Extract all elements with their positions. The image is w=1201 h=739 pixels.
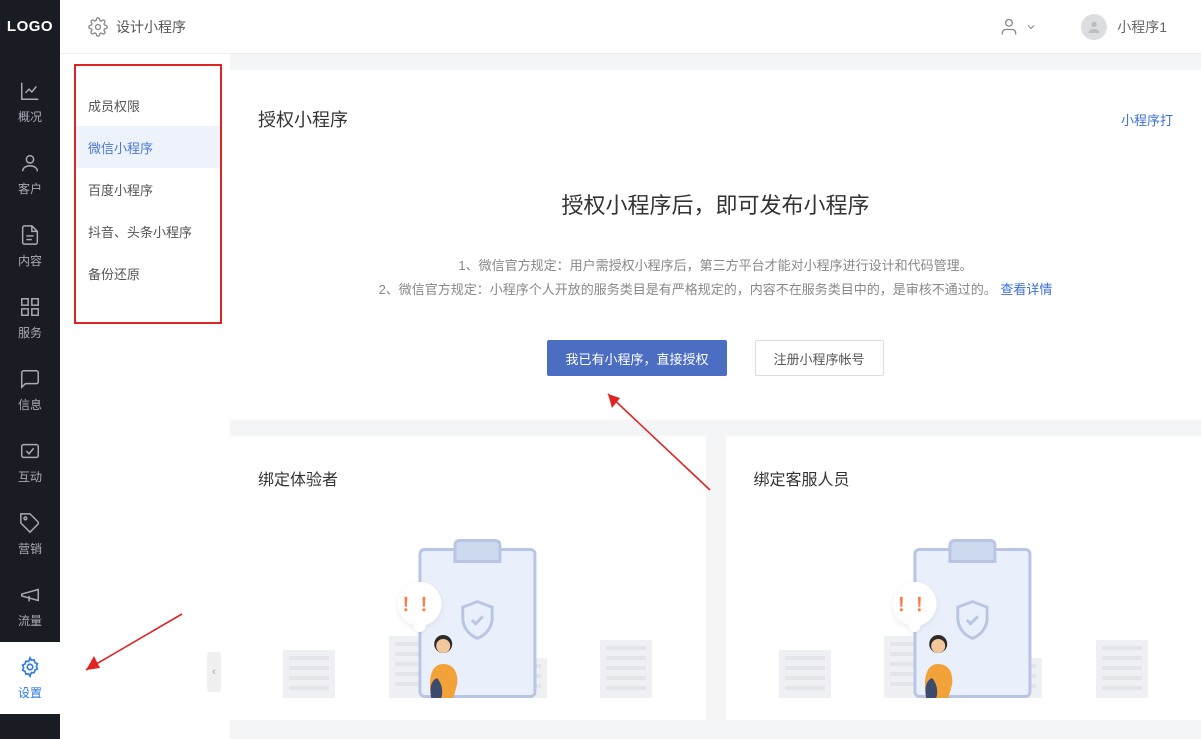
nav-label: 流量 (18, 612, 42, 629)
avatar-icon (1086, 19, 1102, 35)
nav-content[interactable]: 内容 (0, 210, 60, 282)
person-sitting-icon (904, 630, 964, 700)
register-account-button[interactable]: 注册小程序帐号 (755, 340, 884, 376)
auth-rule-1: 1、微信官方规定：用户需授权小程序后，第三方平台才能对小程序进行设计和代码管理。 (258, 254, 1173, 278)
authorize-description: 1、微信官方规定：用户需授权小程序后，第三方平台才能对小程序进行设计和代码管理。… (258, 254, 1173, 302)
logo: LOGO (0, 0, 60, 54)
settings-submenu: 成员权限 微信小程序 百度小程序 抖音、头条小程序 备份还原 (60, 54, 210, 739)
nav-label: 概况 (18, 108, 42, 125)
nav-label: 设置 (18, 684, 42, 701)
nav-label: 内容 (18, 252, 42, 269)
bind-staff-card: 绑定客服人员 ！！ (726, 436, 1201, 720)
nav-label: 互动 (18, 468, 42, 485)
primary-nav: 概况 客户 内容 服务 信息 互动 营销 流量 设置 (0, 54, 60, 739)
miniprogram-link[interactable]: 小程序打 (1121, 110, 1173, 129)
nav-marketing[interactable]: 营销 (0, 498, 60, 570)
message-icon (19, 368, 41, 390)
avatar (1081, 14, 1107, 40)
view-details-link[interactable]: 查看详情 (1000, 282, 1052, 297)
authorize-button[interactable]: 我已有小程序，直接授权 (547, 340, 726, 376)
nav-traffic[interactable]: 流量 (0, 570, 60, 642)
warning-bubble: ！！ (893, 582, 937, 626)
nav-label: 服务 (18, 324, 42, 341)
top-header: LOGO 设计小程序 小程序1 (0, 0, 1201, 54)
nav-interact[interactable]: 互动 (0, 426, 60, 498)
megaphone-icon (19, 584, 41, 606)
auth-rule-2: 2、微信官方规定：小程序个人开放的服务类目是有严格规定的，内容不在服务类目中的，… (258, 278, 1173, 302)
submenu-douyin-miniprogram[interactable]: 抖音、头条小程序 (76, 210, 220, 252)
authorize-title: 授权小程序 (258, 106, 348, 132)
submenu-wechat-miniprogram[interactable]: 微信小程序 (76, 126, 220, 168)
sidebar-collapse-handle[interactable]: ‹ (207, 652, 221, 692)
main-content: 授权小程序 小程序打 授权小程序后，即可发布小程序 1、微信官方规定：用户需授权… (230, 54, 1201, 739)
chart-icon (19, 80, 41, 102)
nav-label: 客户 (18, 180, 42, 197)
submenu-baidu-miniprogram[interactable]: 百度小程序 (76, 168, 220, 210)
chevron-down-icon (1025, 21, 1037, 33)
nav-message[interactable]: 信息 (0, 354, 60, 426)
authorize-card: 授权小程序 小程序打 授权小程序后，即可发布小程序 1、微信官方规定：用户需授权… (230, 70, 1201, 420)
empty-state-illustration: ！！ (754, 530, 1174, 710)
nav-customer[interactable]: 客户 (0, 138, 60, 210)
gear-icon (19, 656, 41, 678)
bind-tester-card: 绑定体验者 ！！ (230, 436, 706, 720)
auth-rule-2-text: 2、微信官方规定：小程序个人开放的服务类目是有严格规定的，内容不在服务类目中的，… (379, 282, 997, 297)
tag-icon (19, 512, 41, 534)
interact-icon (19, 440, 41, 462)
user-icon (999, 17, 1019, 37)
annotation-highlight-box: 成员权限 微信小程序 百度小程序 抖音、头条小程序 备份还原 (74, 64, 222, 324)
submenu-members[interactable]: 成员权限 (76, 84, 220, 126)
submenu-backup-restore[interactable]: 备份还原 (76, 252, 220, 294)
nav-overview[interactable]: 概况 (0, 66, 60, 138)
gear-outline-icon (88, 17, 108, 37)
document-icon (19, 224, 41, 246)
user-icon (19, 152, 41, 174)
nav-label: 营销 (18, 540, 42, 557)
nav-label: 信息 (18, 396, 42, 413)
bind-staff-title: 绑定客服人员 (754, 466, 1174, 490)
empty-state-illustration: ！！ (258, 530, 678, 710)
nav-service[interactable]: 服务 (0, 282, 60, 354)
warning-bubble: ！！ (397, 582, 441, 626)
design-miniprogram-link[interactable]: 设计小程序 (88, 17, 186, 37)
grid-icon (19, 296, 41, 318)
current-account[interactable]: 小程序1 (1081, 14, 1167, 40)
account-name: 小程序1 (1117, 17, 1167, 37)
bind-tester-title: 绑定体验者 (258, 466, 678, 490)
design-miniprogram-label: 设计小程序 (116, 17, 186, 37)
person-sitting-icon (409, 630, 469, 700)
nav-settings[interactable]: 设置 (0, 642, 60, 714)
authorize-headline: 授权小程序后，即可发布小程序 (258, 188, 1173, 220)
account-switcher[interactable] (999, 17, 1037, 37)
